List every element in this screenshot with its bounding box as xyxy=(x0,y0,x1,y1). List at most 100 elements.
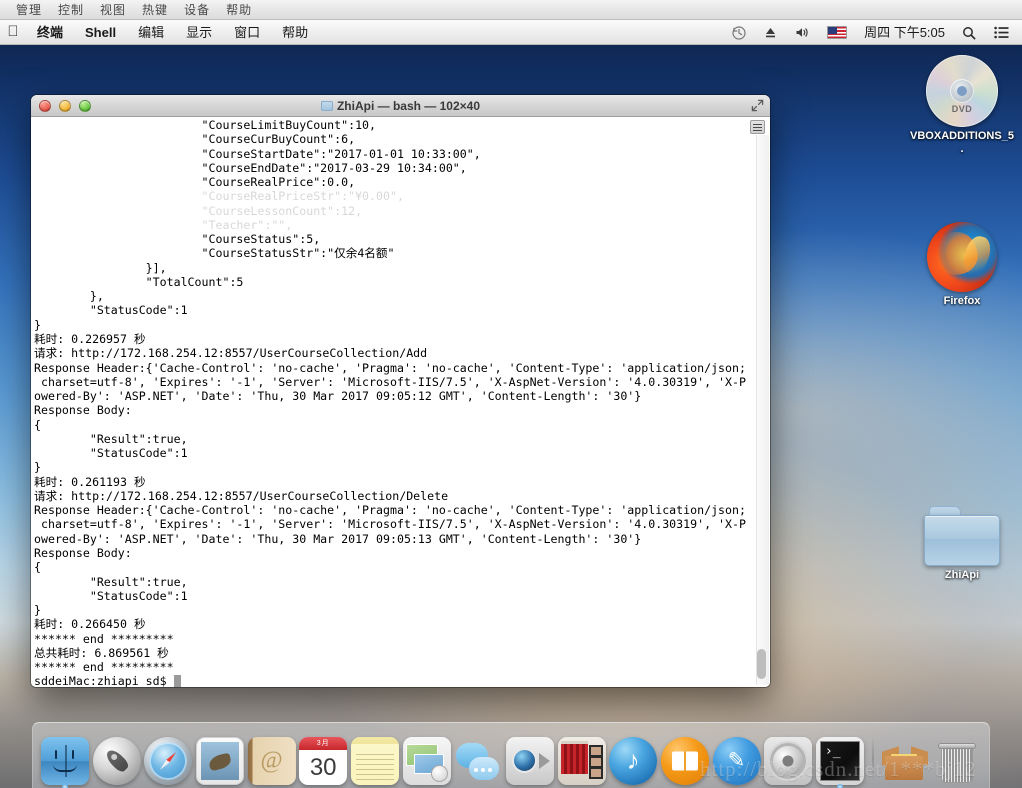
terminal-line: 请求: http://172.168.254.12:8557/UserCours… xyxy=(34,488,449,503)
folder-small-icon xyxy=(320,100,333,111)
terminal-line: "Result":true, xyxy=(89,574,188,589)
trash-icon xyxy=(933,737,981,785)
contacts-icon: @ xyxy=(247,737,296,785)
terminal-line: }, xyxy=(89,289,104,304)
terminal-titlebar[interactable]: ZhiApi — bash — 102×40 xyxy=(31,95,770,117)
facetime-icon xyxy=(505,737,554,785)
menu-shell[interactable]: Shell xyxy=(74,20,127,45)
terminal-line: 耗时: 0.226957 秒 xyxy=(34,331,146,346)
terminal-line: "StatusCode":1 xyxy=(89,588,188,603)
search-icon[interactable] xyxy=(953,26,985,40)
terminal-window[interactable]: ZhiApi — bash — 102×40 "CourseLimitBuyCo… xyxy=(31,95,770,687)
running-indicator xyxy=(836,784,843,788)
terminal-scrollbar[interactable] xyxy=(756,135,769,685)
dock-item-maps[interactable] xyxy=(402,732,452,785)
dock-item-notes[interactable] xyxy=(350,732,400,785)
dock-item-photobooth[interactable] xyxy=(557,732,607,785)
menubar-clock[interactable]: 周四 下午5:05 xyxy=(856,20,953,45)
dock-item-messages[interactable] xyxy=(453,732,503,785)
vbox-menu-control[interactable]: 控制 xyxy=(50,1,92,18)
window-title: ZhiApi — bash — 102×40 xyxy=(336,98,481,113)
terminal-line: } xyxy=(34,460,41,475)
notification-center-icon[interactable] xyxy=(985,26,1018,39)
running-indicator xyxy=(61,784,68,788)
dock-item-finder[interactable] xyxy=(40,732,90,788)
vbox-menu-manage[interactable]: 管理 xyxy=(8,1,50,18)
terminal-line: "Result":true, xyxy=(89,431,188,446)
calendar-month-label: 3月 xyxy=(299,737,348,750)
terminal-line: } xyxy=(34,317,41,332)
terminal-output: "CourseLimitBuyCount":10, "CourseCurBuyC… xyxy=(34,118,746,687)
terminal-cursor xyxy=(173,675,181,687)
menu-window[interactable]: 窗口 xyxy=(223,20,271,45)
dock-item-ibooks[interactable] xyxy=(660,732,710,785)
dock-item-safari[interactable] xyxy=(143,732,193,785)
desktop-icon-label-firefox: Firefox xyxy=(943,295,981,307)
menu-view[interactable]: 显示 xyxy=(175,20,223,45)
menu-help[interactable]: 帮助 xyxy=(271,20,319,45)
eject-icon[interactable] xyxy=(755,26,786,39)
terminal-line: "CourseStatusStr":"仅余4名额" xyxy=(201,246,395,261)
terminal-line: Response Header:{'Cache-Control': 'no-ca… xyxy=(34,503,746,518)
downloads-stack-icon xyxy=(881,737,929,785)
vbox-menu-hotkeys[interactable]: 热键 xyxy=(134,1,176,18)
messages-icon xyxy=(454,737,502,785)
menu-terminal[interactable]: 终端 xyxy=(26,20,74,45)
terminal-line: "StatusCode":1 xyxy=(89,446,188,461)
vbox-menu-help[interactable]: 帮助 xyxy=(218,1,260,18)
dock-item-facetime[interactable] xyxy=(505,732,555,785)
dock-item-itunes[interactable]: ♪ xyxy=(608,732,658,785)
dock-item-calendar[interactable]: 3月 30 xyxy=(298,732,348,785)
close-button[interactable] xyxy=(39,99,51,112)
desktop-icon-zhiapi-folder[interactable]: ZhiApi xyxy=(910,500,1014,582)
terminal-line: Response Header:{'Cache-Control': 'no-ca… xyxy=(34,360,746,375)
minimize-button[interactable] xyxy=(59,99,71,112)
system-preferences-icon xyxy=(764,737,813,785)
terminal-line: Response Body: xyxy=(34,545,132,560)
calendar-icon: 3月 30 xyxy=(299,737,348,785)
desktop-icon-firefox[interactable]: Firefox xyxy=(910,222,1014,308)
virtualbox-menu-bar: 管理 控制 视图 热键 设备 帮助 xyxy=(0,0,1022,20)
us-flag-icon[interactable] xyxy=(818,26,856,39)
photo-booth-icon xyxy=(557,737,606,785)
terminal-line: ****** end ********* xyxy=(34,660,174,675)
app-store-icon: ✎ xyxy=(712,737,761,785)
mac-menu-bar:  终端 Shell 编辑 显示 窗口 帮助 周四 下午5:05 xyxy=(0,20,1022,45)
apple-logo-icon[interactable]:  xyxy=(0,24,26,41)
terminal-icon xyxy=(815,737,864,785)
dock-item-downloads[interactable] xyxy=(881,732,931,785)
terminal-line: "CourseLimitBuyCount":10, xyxy=(201,118,377,132)
dvd-disc-icon: DVD xyxy=(926,55,998,127)
fullscreen-icon[interactable] xyxy=(750,99,764,113)
terminal-scrollbar-thumb[interactable] xyxy=(757,649,766,679)
desktop-icon-label-zhiapi: ZhiApi xyxy=(944,569,980,581)
time-machine-icon[interactable] xyxy=(723,25,755,40)
dock-item-mail[interactable] xyxy=(195,732,245,785)
terminal-prompt: sddeiMac:zhiapi sd$ xyxy=(34,674,174,687)
terminal-line: charset=utf-8', 'Expires': '-1', 'Server… xyxy=(40,517,746,532)
dvd-badge-label: DVD xyxy=(951,104,973,114)
dock-item-contacts[interactable]: @ xyxy=(247,732,297,785)
desktop-icon-vboxadditions[interactable]: DVD VBOXADDITIONS_5. xyxy=(910,55,1014,156)
menubar-status-area: 周四 下午5:05 xyxy=(723,20,1018,45)
dock-item-appstore[interactable]: ✎ xyxy=(712,732,762,785)
launchpad-icon xyxy=(92,737,141,785)
notes-icon xyxy=(350,737,399,785)
terminal-line: { xyxy=(34,560,41,575)
vbox-menu-view[interactable]: 视图 xyxy=(92,1,134,18)
dock: @ 3月 30 ♪ ✎ xyxy=(32,722,990,788)
safari-icon xyxy=(144,737,193,785)
terminal-line: 请求: http://172.168.254.12:8557/UserCours… xyxy=(34,346,428,361)
volume-icon[interactable] xyxy=(786,26,818,39)
terminal-body[interactable]: "CourseLimitBuyCount":10, "CourseCurBuyC… xyxy=(31,117,770,687)
menu-edit[interactable]: 编辑 xyxy=(127,20,175,45)
dock-item-system-preferences[interactable] xyxy=(763,732,813,785)
terminal-prefs-icon[interactable] xyxy=(750,120,765,134)
dock-item-terminal[interactable] xyxy=(815,732,865,788)
vbox-menu-devices[interactable]: 设备 xyxy=(176,1,218,18)
zoom-button[interactable] xyxy=(79,99,91,112)
dock-item-launchpad[interactable] xyxy=(92,732,142,785)
firefox-icon xyxy=(927,222,997,292)
itunes-icon: ♪ xyxy=(609,737,658,785)
dock-item-trash[interactable] xyxy=(932,732,982,785)
